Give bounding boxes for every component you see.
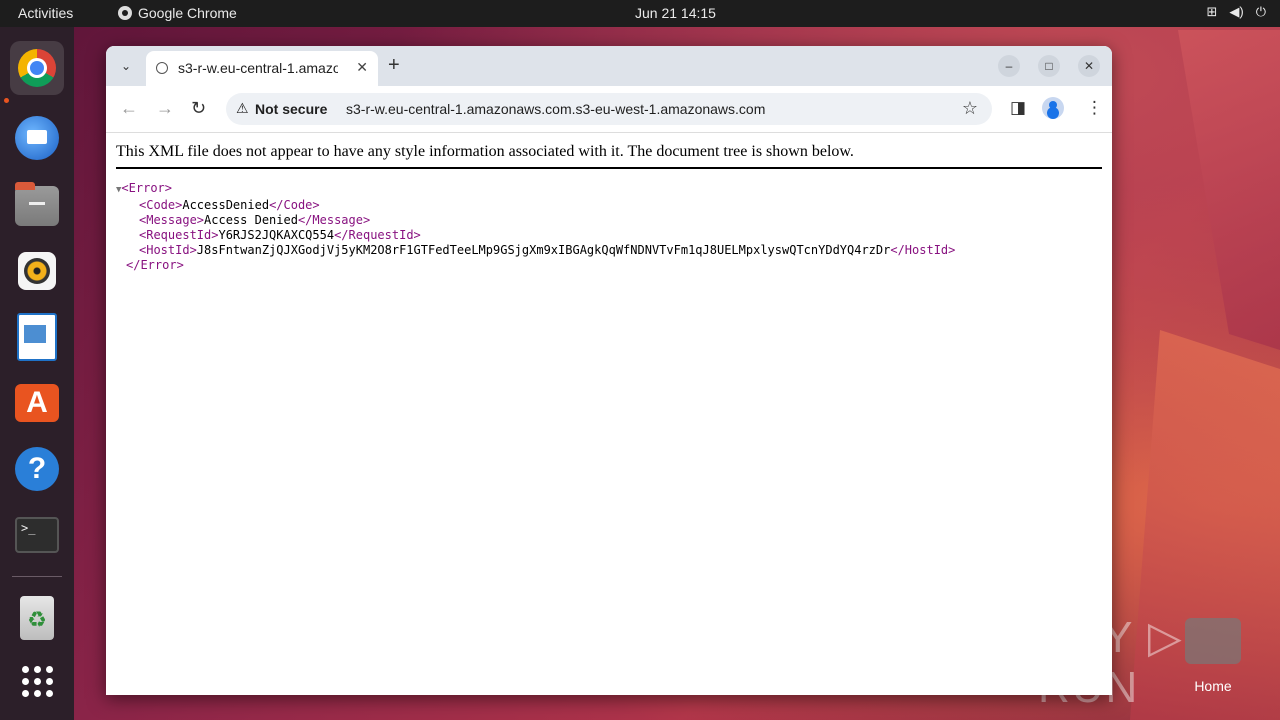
- dock-writer[interactable]: [10, 310, 64, 364]
- dock-thunderbird[interactable]: [10, 111, 64, 165]
- show-apps-button[interactable]: [10, 654, 64, 708]
- home-folder-icon: [1185, 618, 1241, 664]
- globe-icon: [156, 62, 168, 74]
- app-grid-icon: [21, 665, 53, 697]
- help-icon: ?: [15, 447, 59, 491]
- xml-requestid-line: <RequestId>Y6RJS2JQKAXCQ554</RequestId>: [139, 228, 421, 242]
- security-chip[interactable]: Not secure: [255, 101, 327, 117]
- tab-strip: ⌄ s3-r-w.eu-central-1.amazonaws.com ✕ + …: [106, 46, 1112, 86]
- wallpaper-facet: [1178, 30, 1280, 350]
- network-icon[interactable]: ⊞: [1206, 4, 1217, 20]
- home-label: Home: [1194, 678, 1232, 694]
- new-tab-button[interactable]: +: [388, 54, 400, 77]
- dock-app-center[interactable]: A: [10, 376, 64, 430]
- browser-toolbar: ← → ↻ ⚠ Not secure s3-r-w.eu-central-1.a…: [106, 86, 1112, 133]
- tab-title: s3-r-w.eu-central-1.amazonaws.com: [178, 60, 338, 76]
- side-panel-icon[interactable]: ◨: [1010, 98, 1026, 118]
- app-center-icon: A: [15, 384, 59, 422]
- xml-error-open[interactable]: ▼<Error>: [116, 181, 955, 198]
- volume-icon[interactable]: ◀): [1229, 4, 1243, 20]
- power-icon[interactable]: ⏻: [1256, 4, 1266, 20]
- warning-icon[interactable]: ⚠: [236, 100, 249, 117]
- chrome-window: ⌄ s3-r-w.eu-central-1.amazonaws.com ✕ + …: [106, 46, 1112, 695]
- tab-active[interactable]: s3-r-w.eu-central-1.amazonaws.com ✕: [146, 51, 378, 86]
- xml-code-line: <Code>AccessDenied</Code>: [139, 198, 320, 212]
- xml-style-notice: This XML file does not appear to have an…: [116, 143, 1102, 169]
- dock-trash[interactable]: ♻: [10, 591, 64, 645]
- tab-search-button[interactable]: ⌄: [114, 54, 138, 78]
- trash-icon: ♻: [20, 596, 54, 640]
- dock: A ? >_ ♻: [0, 27, 74, 720]
- thunderbird-icon: [15, 116, 59, 160]
- reload-button[interactable]: ↻: [191, 98, 206, 119]
- clock[interactable]: Jun 21 14:15: [635, 5, 716, 21]
- minimize-button[interactable]: –: [998, 55, 1020, 77]
- close-window-button[interactable]: ✕: [1078, 55, 1100, 77]
- app-name: Google Chrome: [138, 5, 237, 21]
- system-tray[interactable]: ⊞ ◀) ⏻: [1206, 4, 1266, 20]
- dock-separator: [12, 576, 62, 577]
- dock-rhythmbox[interactable]: [10, 244, 64, 298]
- xml-message-line: <Message>Access Denied</Message>: [139, 213, 371, 227]
- app-menu[interactable]: Google Chrome: [118, 5, 237, 21]
- address-bar[interactable]: ⚠ Not secure s3-r-w.eu-central-1.amazona…: [226, 93, 992, 125]
- close-tab-icon[interactable]: ✕: [356, 59, 368, 76]
- dock-terminal[interactable]: >_: [10, 508, 64, 562]
- menu-kebab-icon[interactable]: ⋮: [1086, 98, 1103, 118]
- rhythmbox-icon: [18, 252, 56, 290]
- top-bar: Activities Google Chrome Jun 21 14:15 ⊞ …: [0, 0, 1280, 27]
- profile-avatar[interactable]: [1042, 97, 1064, 119]
- dock-chrome[interactable]: [10, 41, 64, 95]
- running-indicator: [4, 98, 9, 103]
- page-content: This XML file does not appear to have an…: [106, 133, 1112, 695]
- forward-button[interactable]: →: [156, 98, 174, 119]
- xml-tree: ▼<Error> <Code>AccessDenied</Code> <Mess…: [116, 181, 955, 273]
- activities-button[interactable]: Activities: [18, 5, 73, 21]
- files-icon: [15, 182, 59, 226]
- chevron-down-icon: ⌄: [120, 59, 132, 73]
- dock-files[interactable]: [10, 179, 64, 233]
- maximize-button[interactable]: □: [1038, 55, 1060, 77]
- dock-help[interactable]: ?: [10, 442, 64, 496]
- desktop-home[interactable]: Home: [1184, 618, 1242, 694]
- xml-error-close: </Error>: [126, 258, 184, 272]
- terminal-icon: >_: [15, 517, 59, 553]
- chrome-indicator-icon: [118, 6, 132, 20]
- url-text[interactable]: s3-r-w.eu-central-1.amazonaws.com.s3-eu-…: [346, 101, 765, 117]
- chrome-icon: [18, 49, 56, 87]
- bookmark-star-icon[interactable]: ☆: [962, 98, 978, 119]
- back-button[interactable]: ←: [120, 98, 138, 119]
- xml-hostid-line: <HostId>J8sFntwanZjQJXGodjVj5yKM2O8rF1GT…: [139, 243, 956, 257]
- writer-icon: [17, 313, 57, 361]
